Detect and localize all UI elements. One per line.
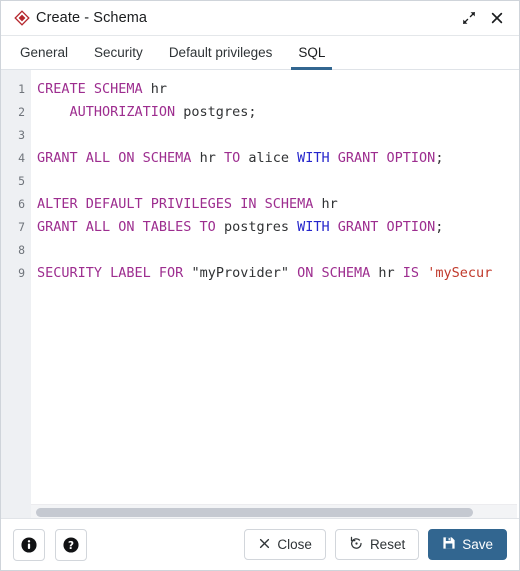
- line-number: 2: [18, 105, 25, 119]
- line-number: 1: [18, 82, 25, 96]
- code-line: AUTHORIZATION postgres;: [37, 101, 519, 124]
- sql-code-area[interactable]: CREATE SCHEMA hr AUTHORIZATION postgres;…: [31, 70, 519, 518]
- reset-button[interactable]: Reset: [334, 529, 420, 560]
- code-token: postgres;: [175, 104, 257, 120]
- line-number: 4: [18, 151, 25, 165]
- code-token: GRANT ALL ON SCHEMA: [37, 150, 192, 166]
- code-line: ALTER DEFAULT PRIVILEGES IN SCHEMA hr: [37, 193, 519, 216]
- expand-diagonal-icon[interactable]: [457, 6, 481, 30]
- tab-default-privileges-label: Default privileges: [168, 45, 273, 60]
- code-token: WITH: [297, 150, 330, 166]
- sql-line-number-gutter: 1 2 3 4 5 6 7 8 9: [1, 70, 31, 518]
- tab-general-label: General: [20, 45, 69, 60]
- code-token: hr: [370, 265, 403, 281]
- code-token: GRANT OPTION: [337, 150, 436, 166]
- code-token: ALTER DEFAULT PRIVILEGES IN SCHEMA: [37, 196, 314, 212]
- svg-text:?: ?: [68, 539, 74, 551]
- code-token: GRANT OPTION: [337, 219, 436, 235]
- code-token: WITH: [297, 219, 330, 235]
- save-floppy-icon: [442, 536, 456, 553]
- code-token: hr: [191, 150, 224, 166]
- tab-sql-label: SQL: [298, 45, 326, 60]
- sql-editor[interactable]: 1 2 3 4 5 6 7 8 9 CREATE SCHEMA hr AUTHO…: [1, 70, 519, 518]
- line-number: 3: [18, 128, 25, 142]
- sql-horizontal-scrollbar-thumb[interactable]: [36, 508, 473, 517]
- line-number: 8: [18, 243, 25, 257]
- code-token: hr: [313, 196, 338, 212]
- schema-diamond-icon: [13, 9, 31, 27]
- line-number: 9: [18, 266, 25, 280]
- dialog-title: Create - Schema: [36, 10, 148, 26]
- help-circle-icon[interactable]: ?: [55, 528, 87, 561]
- tab-sql[interactable]: SQL: [285, 36, 338, 70]
- code-token: TO: [223, 150, 241, 166]
- code-token: hr: [142, 81, 168, 97]
- dialog-footer: ? Close Reset Save: [1, 518, 519, 570]
- reset-circular-arrow-icon: [349, 536, 364, 554]
- code-token: ;: [435, 150, 444, 166]
- code-line: CREATE SCHEMA hr: [37, 78, 519, 101]
- close-x-icon: [258, 537, 271, 553]
- reset-button-label: Reset: [369, 537, 406, 552]
- code-token: CREATE SCHEMA: [37, 81, 143, 97]
- dialog-tabbar: General Security Default privileges SQL: [1, 36, 519, 70]
- code-token: GRANT ALL ON TABLES TO: [37, 219, 216, 235]
- code-line: SECURITY LABEL FOR "myProvider" ON SCHEM…: [37, 262, 519, 285]
- close-x-icon[interactable]: [485, 6, 509, 30]
- create-schema-dialog: Create - Schema General Security Default…: [0, 0, 520, 571]
- tab-security-label: Security: [94, 45, 143, 60]
- code-token: SECURITY LABEL FOR: [37, 265, 184, 281]
- code-token: ;: [435, 219, 444, 235]
- code-token: 'mySecur: [427, 265, 493, 281]
- code-line: GRANT ALL ON SCHEMA hr TO alice WITH GRA…: [37, 147, 519, 170]
- tab-general[interactable]: General: [7, 36, 81, 69]
- code-token: AUTHORIZATION: [37, 104, 176, 120]
- line-number: 7: [18, 220, 25, 234]
- code-token: ON SCHEMA: [297, 265, 371, 281]
- code-token: postgres: [215, 219, 298, 235]
- save-button[interactable]: Save: [428, 529, 507, 560]
- dialog-titlebar: Create - Schema: [1, 1, 519, 36]
- info-circle-icon[interactable]: [13, 528, 45, 561]
- code-token: alice: [240, 150, 298, 166]
- code-token: "myProvider": [183, 265, 298, 281]
- line-number: 5: [18, 174, 25, 188]
- save-button-label: Save: [462, 537, 493, 552]
- line-number: 6: [18, 197, 25, 211]
- tab-default-privileges[interactable]: Default privileges: [156, 36, 286, 69]
- close-button-label: Close: [277, 537, 312, 552]
- code-token: IS: [402, 265, 420, 281]
- close-button[interactable]: Close: [244, 529, 326, 560]
- sql-horizontal-scrollbar[interactable]: [31, 504, 517, 518]
- tab-security[interactable]: Security: [81, 36, 156, 69]
- code-line: GRANT ALL ON TABLES TO postgres WITH GRA…: [37, 216, 519, 239]
